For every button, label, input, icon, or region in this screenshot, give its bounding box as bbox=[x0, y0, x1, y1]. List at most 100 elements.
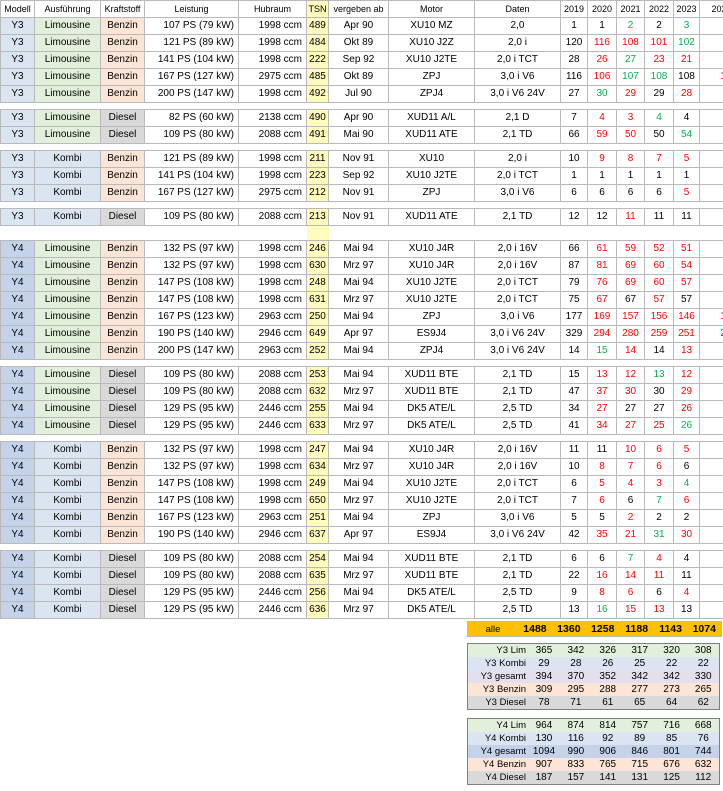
spec-cell[interactable]: 2,1 TD bbox=[474, 550, 561, 568]
spec-cell[interactable]: 2,0 i TCT bbox=[474, 167, 561, 185]
year-count-cell[interactable]: 10 bbox=[699, 567, 723, 585]
fuel-cell[interactable]: Benzin bbox=[100, 291, 145, 309]
summary-value[interactable]: 157 bbox=[560, 771, 592, 785]
displacement-cell[interactable]: 1998 ccm bbox=[238, 51, 307, 69]
year-count-cell[interactable]: 3 bbox=[644, 475, 674, 493]
assigned-from-cell[interactable]: Apr 97 bbox=[328, 325, 389, 343]
power-cell[interactable]: 167 PS (123 kW) bbox=[144, 308, 239, 326]
assigned-from-cell[interactable]: Mrz 97 bbox=[328, 492, 389, 510]
tsn-cell[interactable]: 631 bbox=[306, 291, 329, 309]
displacement-cell[interactable]: 1998 ccm bbox=[238, 85, 307, 103]
year-count-cell[interactable]: 15 bbox=[587, 342, 617, 360]
displacement-cell[interactable]: 2088 ccm bbox=[238, 366, 307, 384]
displacement-cell[interactable]: 2963 ccm bbox=[238, 342, 307, 360]
year-count-cell[interactable]: 57 bbox=[673, 291, 700, 309]
summary-value[interactable]: 352 bbox=[592, 670, 624, 683]
model-cell[interactable]: Y4 bbox=[0, 383, 35, 401]
summary-value[interactable]: 632 bbox=[688, 758, 720, 771]
spec-cell[interactable]: 3,0 i V6 24V bbox=[474, 85, 561, 103]
power-cell[interactable]: 121 PS (89 kW) bbox=[144, 150, 239, 168]
body-type-cell[interactable]: Kombi bbox=[34, 150, 101, 168]
summary-value[interactable]: 964 bbox=[528, 719, 560, 733]
year-count-cell[interactable]: 4 bbox=[616, 475, 645, 493]
spec-cell[interactable]: 2,1 TD bbox=[474, 567, 561, 585]
displacement-cell[interactable]: 2975 ccm bbox=[238, 68, 307, 86]
tsn-cell[interactable]: 250 bbox=[306, 308, 329, 326]
table-row[interactable]: Y4 Kombi Diesel 129 PS (95 kW) 2446 ccm 256 Ma… bbox=[0, 584, 723, 602]
power-cell[interactable]: 132 PS (97 kW) bbox=[144, 257, 239, 275]
table-row[interactable]: Y4 Limousine Diesel 109 PS (80 kW) 2088 ccm 6… bbox=[0, 383, 723, 401]
summary-value[interactable]: 907 bbox=[528, 758, 560, 771]
model-cell[interactable]: Y4 bbox=[0, 526, 35, 544]
year-count-cell[interactable]: 1 bbox=[587, 17, 617, 35]
summary-value[interactable]: 131 bbox=[624, 771, 656, 785]
assigned-from-cell[interactable]: Apr 97 bbox=[328, 526, 389, 544]
year-count-cell[interactable]: 259 bbox=[644, 325, 674, 343]
year-count-cell[interactable]: 29 bbox=[616, 85, 645, 103]
power-cell[interactable]: 109 PS (80 kW) bbox=[144, 567, 239, 585]
tsn-cell[interactable]: 636 bbox=[306, 601, 329, 619]
table-row[interactable]: Y4 Kombi Benzin 132 PS (97 kW) 1998 ccm 634 Mr… bbox=[0, 458, 723, 476]
body-type-cell[interactable]: Limousine bbox=[34, 383, 101, 401]
power-cell[interactable]: 109 PS (80 kW) bbox=[144, 126, 239, 144]
assigned-from-cell[interactable]: Mai 94 bbox=[328, 509, 389, 527]
power-cell[interactable]: 200 PS (147 kW) bbox=[144, 85, 239, 103]
summary-value[interactable]: 71 bbox=[560, 696, 592, 710]
summary-value[interactable]: 342 bbox=[624, 670, 656, 683]
spec-cell[interactable]: 3,0 i V6 bbox=[474, 68, 561, 86]
year-count-cell[interactable]: 157 bbox=[616, 308, 645, 326]
year-count-cell[interactable]: 4 bbox=[673, 550, 700, 568]
year-count-cell[interactable]: 177 bbox=[560, 308, 588, 326]
body-type-cell[interactable]: Kombi bbox=[34, 601, 101, 619]
fuel-cell[interactable]: Benzin bbox=[100, 458, 145, 476]
power-cell[interactable]: 129 PS (95 kW) bbox=[144, 584, 239, 602]
tsn-cell[interactable]: 212 bbox=[306, 184, 329, 202]
tsn-cell[interactable]: 222 bbox=[306, 51, 329, 69]
table-row[interactable]: Y4 Kombi Diesel 129 PS (95 kW) 2446 ccm 636 Mr… bbox=[0, 601, 723, 619]
year-count-cell[interactable]: 6 bbox=[616, 184, 645, 202]
year-count-cell[interactable]: 1 bbox=[587, 167, 617, 185]
displacement-cell[interactable]: 1998 ccm bbox=[238, 17, 307, 35]
power-cell[interactable]: 109 PS (80 kW) bbox=[144, 383, 239, 401]
year-count-cell[interactable]: 20 bbox=[699, 417, 723, 435]
engine-cell[interactable]: XU10 J2TE bbox=[388, 167, 475, 185]
body-type-cell[interactable]: Limousine bbox=[34, 257, 101, 275]
summary-value[interactable]: 330 bbox=[688, 670, 720, 683]
power-cell[interactable]: 132 PS (97 kW) bbox=[144, 441, 239, 459]
year-count-cell[interactable]: 14 bbox=[560, 342, 588, 360]
displacement-cell[interactable]: 2446 ccm bbox=[238, 584, 307, 602]
year-count-cell[interactable]: 51 bbox=[673, 240, 700, 258]
engine-cell[interactable]: DK5 ATE/L bbox=[388, 601, 475, 619]
assigned-from-cell[interactable]: Apr 90 bbox=[328, 109, 389, 127]
table-row[interactable]: Y3 Limousine Benzin 167 PS (127 kW) 2975 ccm… bbox=[0, 68, 723, 86]
engine-cell[interactable]: XU10 J4R bbox=[388, 240, 475, 258]
tsn-cell[interactable]: 252 bbox=[306, 342, 329, 360]
total-value[interactable]: 1488 bbox=[518, 622, 552, 637]
tsn-cell[interactable]: 211 bbox=[306, 150, 329, 168]
year-count-cell[interactable]: 13 bbox=[644, 366, 674, 384]
year-count-cell[interactable]: 13 bbox=[644, 601, 674, 619]
year-count-cell[interactable]: 28 bbox=[673, 85, 700, 103]
assigned-from-cell[interactable]: Mai 94 bbox=[328, 550, 389, 568]
summary-value[interactable]: 833 bbox=[560, 758, 592, 771]
model-cell[interactable]: Y4 bbox=[0, 567, 35, 585]
tsn-cell[interactable]: 246 bbox=[306, 240, 329, 258]
year-count-cell[interactable]: 69 bbox=[616, 274, 645, 292]
summary-value[interactable]: 64 bbox=[656, 696, 688, 710]
col-header[interactable]: vergeben ab bbox=[328, 0, 389, 18]
model-cell[interactable]: Y4 bbox=[0, 509, 35, 527]
year-count-cell[interactable]: 27 bbox=[616, 417, 645, 435]
summary-value[interactable]: 906 bbox=[592, 745, 624, 758]
model-cell[interactable]: Y3 bbox=[0, 184, 35, 202]
year-count-cell[interactable]: 6 bbox=[644, 584, 674, 602]
year-count-cell[interactable]: 10 bbox=[616, 441, 645, 459]
model-cell[interactable]: Y3 bbox=[0, 109, 35, 127]
year-count-cell[interactable]: 21 bbox=[673, 51, 700, 69]
year-count-cell[interactable]: 16 bbox=[587, 567, 617, 585]
summary-value[interactable]: 62 bbox=[688, 696, 720, 710]
col-header[interactable]: Kraftstoff bbox=[100, 0, 145, 18]
power-cell[interactable]: 167 PS (127 kW) bbox=[144, 68, 239, 86]
model-cell[interactable]: Y3 bbox=[0, 17, 35, 35]
engine-cell[interactable]: XUD11 BTE bbox=[388, 366, 475, 384]
model-cell[interactable]: Y3 bbox=[0, 167, 35, 185]
